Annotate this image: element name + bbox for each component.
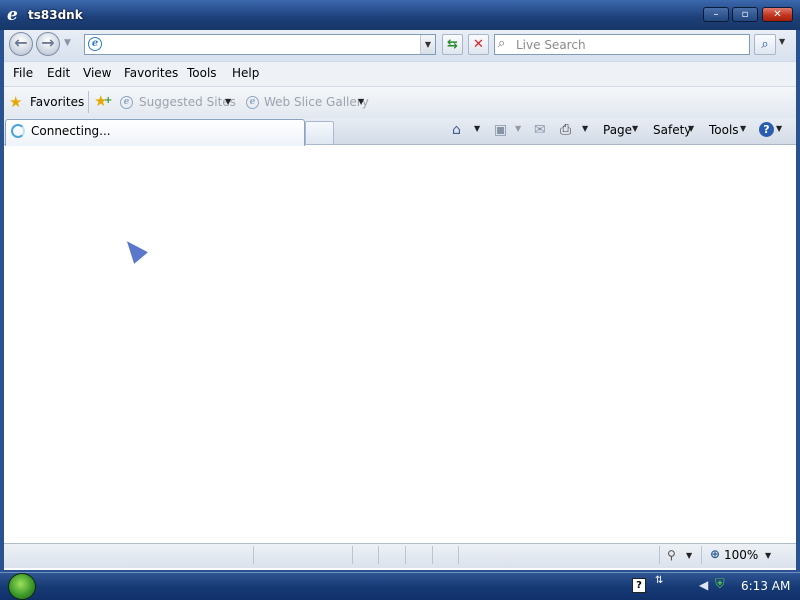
help-dropdown-icon[interactable]: ▼ xyxy=(776,124,782,133)
printer-icon[interactable]: ⎙ xyxy=(560,122,571,138)
status-separator xyxy=(378,546,379,564)
tray-volume-icon[interactable]: ◀ xyxy=(699,578,708,592)
help-icon[interactable]: ? xyxy=(759,122,774,137)
page-icon: e xyxy=(88,37,102,51)
maximize-button[interactable]: ▫ xyxy=(732,7,758,22)
forward-arrow-icon[interactable]: → xyxy=(36,32,60,56)
safety-menu-button[interactable]: Safety xyxy=(653,123,691,137)
address-input[interactable] xyxy=(106,36,416,53)
tools-menu-button[interactable]: Tools xyxy=(709,123,739,137)
refresh-icon[interactable]: ⇆ xyxy=(442,34,463,55)
favorites-star-icon[interactable]: ★ xyxy=(9,94,22,110)
search-icon[interactable]: ⌕ xyxy=(754,34,776,55)
security-zone-icon[interactable]: ⚲ xyxy=(667,548,676,562)
status-bar xyxy=(4,543,796,568)
safety-dropdown-icon[interactable]: ▼ xyxy=(688,124,694,133)
status-separator xyxy=(659,546,660,564)
page-menu-button[interactable]: Page xyxy=(603,123,632,137)
tray-security-icon[interactable]: ⛨ xyxy=(715,577,725,592)
menu-edit[interactable]: Edit xyxy=(47,66,70,80)
close-button[interactable]: ✕ xyxy=(762,7,793,22)
feeds-dropdown-icon[interactable]: ▼ xyxy=(515,124,521,133)
web-slice-gallery-link[interactable]: Web Slice Gallery xyxy=(264,95,369,109)
suggested-sites-link[interactable]: Suggested Sites xyxy=(139,95,236,109)
new-tab-button[interactable] xyxy=(305,121,334,145)
zone-dropdown-icon[interactable]: ▼ xyxy=(686,551,692,560)
page-dropdown-icon[interactable]: ▼ xyxy=(632,124,638,133)
suggested-sites-icon: e xyxy=(120,96,133,109)
internet-explorer-icon: e xyxy=(7,5,18,25)
loading-spinner-icon xyxy=(11,124,25,138)
start-button[interactable] xyxy=(8,573,36,600)
title-bar[interactable] xyxy=(0,0,800,30)
recent-pages-dropdown-icon[interactable]: ▼ xyxy=(64,38,71,48)
taskbar xyxy=(0,572,800,600)
back-arrow-icon[interactable]: ← xyxy=(9,32,33,56)
window-title: ts83dnk xyxy=(28,8,83,22)
minimize-button[interactable]: – xyxy=(703,7,729,22)
menu-view[interactable]: View xyxy=(83,66,111,80)
mail-icon[interactable]: ✉ xyxy=(534,122,546,138)
stop-icon[interactable]: ✕ xyxy=(468,34,489,55)
web-slice-gallery-dropdown-icon[interactable]: ▼ xyxy=(358,97,364,106)
print-dropdown-icon[interactable]: ▼ xyxy=(582,124,588,133)
menu-favorites[interactable]: Favorites xyxy=(124,66,178,80)
tray-network-icon[interactable]: ⇅ xyxy=(655,576,663,586)
zoom-level[interactable]: 100% xyxy=(724,548,758,562)
tray-help-icon[interactable]: ? xyxy=(632,578,646,593)
suggested-sites-dropdown-icon[interactable]: ▼ xyxy=(225,97,231,106)
zoom-icon[interactable]: ⊕ xyxy=(710,547,720,561)
menu-tools[interactable]: Tools xyxy=(187,66,217,80)
status-separator xyxy=(432,546,433,564)
menu-help[interactable]: Help xyxy=(232,66,259,80)
search-options-dropdown-icon[interactable]: ▼ xyxy=(779,37,785,46)
status-separator xyxy=(701,546,702,564)
web-slice-gallery-icon: e xyxy=(246,96,259,109)
tools-dropdown-icon[interactable]: ▼ xyxy=(740,124,746,133)
tab-label: Connecting... xyxy=(31,124,111,138)
taskbar-clock[interactable]: 6:13 AM xyxy=(741,579,790,593)
status-separator xyxy=(253,546,254,564)
address-dropdown-icon[interactable]: ▼ xyxy=(420,35,435,54)
rss-feed-icon[interactable]: ▣ xyxy=(494,122,507,138)
zoom-dropdown-icon[interactable]: ▼ xyxy=(765,551,771,560)
home-icon[interactable]: ⌂ xyxy=(452,122,461,138)
menu-bar xyxy=(4,61,796,86)
status-separator xyxy=(458,546,459,564)
search-provider-icon: ⌕ xyxy=(498,36,506,51)
status-separator xyxy=(352,546,353,564)
favorites-button[interactable]: Favorites xyxy=(30,95,84,109)
status-separator xyxy=(405,546,406,564)
menu-file[interactable]: File xyxy=(13,66,33,80)
add-plus-icon: + xyxy=(104,95,113,106)
home-dropdown-icon[interactable]: ▼ xyxy=(474,124,480,133)
search-input[interactable] xyxy=(516,36,744,53)
separator xyxy=(88,91,89,113)
